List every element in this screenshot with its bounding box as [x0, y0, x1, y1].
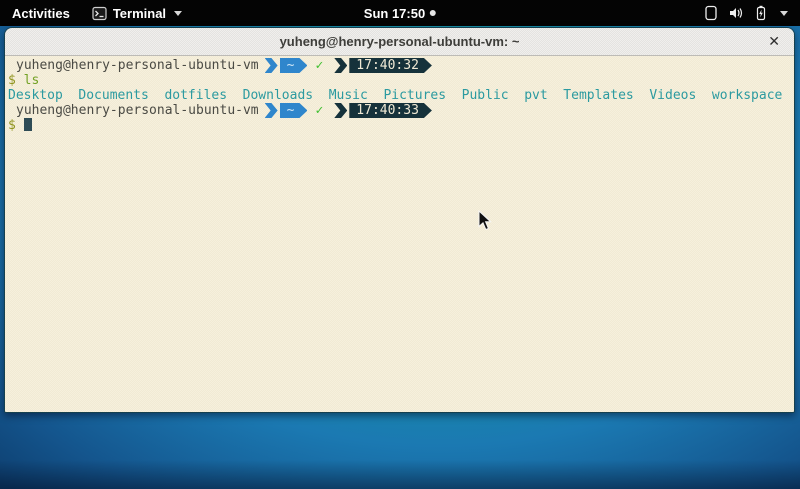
chevron-down-icon [174, 11, 182, 16]
prompt-check-mark: ✓ [315, 58, 323, 73]
prompt-cwd-badge: ~ [280, 58, 308, 73]
desktop-background: Activities Terminal Sun 17:50 [0, 0, 800, 489]
mouse-cursor [478, 210, 494, 232]
clock-label: Sun 17:50 [364, 6, 425, 21]
app-menu-label: Terminal [113, 6, 166, 21]
window-titlebar[interactable]: yuheng@henry-personal-ubuntu-vm: ~ ✕ [5, 28, 794, 56]
directory-entry: dotfiles [164, 88, 227, 103]
top-bar: Activities Terminal Sun 17:50 [0, 0, 800, 26]
terminal-ls-output: Desktop Documents dotfiles Downloads Music Pi… [8, 88, 791, 103]
typed-command: ls [24, 73, 40, 88]
directory-entry: Music [329, 88, 368, 103]
prompt-dollar: $ [8, 73, 16, 88]
terminal-prompt-line-1: yuheng@henry-personal-ubuntu-vm ~ ✓ 17:4… [8, 58, 791, 73]
powerline-arrow-icon [334, 103, 347, 118]
directory-entry: workspace [712, 88, 782, 103]
powerline-arrow-icon [334, 58, 347, 73]
directory-entry: Desktop [8, 88, 63, 103]
directory-entry: Documents [78, 88, 148, 103]
directory-entry: pvt [524, 88, 547, 103]
prompt-dollar: $ [8, 118, 16, 133]
clock[interactable]: Sun 17:50 [364, 0, 436, 26]
terminal-prompt-line-2: yuheng@henry-personal-ubuntu-vm ~ ✓ 17:4… [8, 103, 791, 118]
terminal-window: yuheng@henry-personal-ubuntu-vm: ~ ✕ yuh… [4, 27, 795, 413]
powerline-arrow-icon [265, 103, 278, 118]
battery-charging-icon [753, 5, 769, 21]
screen-icon [703, 5, 719, 21]
tray-chevron-down-icon [780, 11, 788, 16]
volume-icon [728, 5, 744, 21]
prompt-user-host: yuheng@henry-personal-ubuntu-vm [16, 58, 259, 73]
prompt-cwd-badge: ~ [280, 103, 308, 118]
terminal-command-line: $ ls [8, 73, 791, 88]
terminal-icon [92, 6, 107, 21]
terminal-cursor [24, 118, 32, 131]
directory-entry: Public [462, 88, 509, 103]
directory-entry: Downloads [243, 88, 313, 103]
prompt-user-host: yuheng@henry-personal-ubuntu-vm [16, 103, 259, 118]
app-menu[interactable]: Terminal [82, 0, 192, 26]
directory-entry: Pictures [383, 88, 446, 103]
prompt-time-badge: 17:40:33 [349, 103, 432, 118]
prompt-check-mark: ✓ [315, 103, 323, 118]
directory-entry: Templates [563, 88, 633, 103]
system-tray[interactable] [703, 0, 800, 26]
close-button[interactable]: ✕ [764, 35, 784, 49]
prompt-time-badge: 17:40:32 [349, 58, 432, 73]
terminal-input-line[interactable]: $ [8, 118, 791, 133]
powerline-arrow-icon [265, 58, 278, 73]
directory-entry: Videos [649, 88, 696, 103]
terminal-content[interactable]: yuheng@henry-personal-ubuntu-vm ~ ✓ 17:4… [5, 56, 794, 412]
window-title: yuheng@henry-personal-ubuntu-vm: ~ [280, 34, 520, 49]
activities-button[interactable]: Activities [0, 0, 82, 26]
notification-dot [430, 10, 436, 16]
